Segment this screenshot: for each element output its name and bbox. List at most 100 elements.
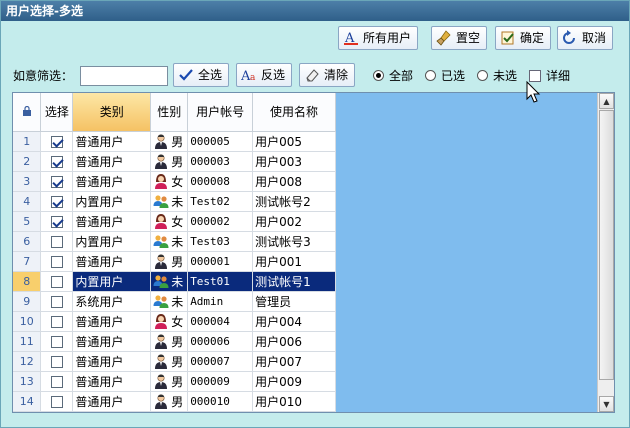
row-checkbox[interactable]: [50, 155, 63, 168]
row-index[interactable]: 9: [13, 291, 42, 312]
table-row[interactable]: 8 内置用户 未 Test01 测试帐号1: [13, 271, 336, 292]
row-select-cell[interactable]: [40, 211, 74, 232]
header-account[interactable]: 用户帐号: [187, 93, 254, 132]
row-select-cell[interactable]: [40, 331, 74, 352]
user-grid[interactable]: 选择 类别 性别 用户帐号 使用名称 1 普通用户 男 000005 用户005 2 普通用…: [12, 92, 615, 413]
table-body: 1 普通用户 男 000005 用户005 2 普通用户男 000003 用户003 3 普通用户女…: [13, 131, 336, 412]
table-row[interactable]: 6 内置用户 未 Test03 测试帐号3: [13, 231, 336, 252]
row-index[interactable]: 6: [13, 231, 42, 252]
ok-button[interactable]: 确定: [495, 26, 552, 50]
account-text: 000006: [190, 335, 230, 348]
table-row[interactable]: 2 普通用户 男 000003 用户003: [13, 151, 336, 172]
radio-unselected[interactable]: 未选: [477, 67, 517, 84]
row-checkbox[interactable]: [50, 335, 63, 348]
row-select-cell[interactable]: [40, 231, 74, 252]
female-icon: [153, 173, 169, 189]
account-text: 000005: [190, 135, 230, 148]
row-checkbox[interactable]: [50, 295, 63, 308]
header-name[interactable]: 使用名称: [252, 93, 336, 132]
row-checkbox[interactable]: [50, 275, 63, 288]
table-row[interactable]: 10 普通用户 女 000004 用户004: [13, 311, 336, 332]
row-checkbox[interactable]: [50, 215, 63, 228]
account-cell: 000003: [187, 151, 254, 172]
clear-all-button[interactable]: 置空: [431, 26, 488, 50]
row-select-cell[interactable]: [40, 311, 74, 332]
name-cell: 用户005: [252, 131, 336, 152]
radio-selected[interactable]: 已选: [425, 67, 465, 84]
gender-cell: 男: [150, 131, 189, 152]
row-select-cell[interactable]: [40, 371, 74, 392]
row-select-cell[interactable]: [40, 271, 74, 292]
table-row[interactable]: 9 系统用户 未 Admin 管理员: [13, 291, 336, 312]
table-row[interactable]: 12 普通用户 男 000007 用户007: [13, 351, 336, 372]
row-select-cell[interactable]: [40, 191, 74, 212]
male-icon: [153, 153, 169, 169]
account-cell: 000010: [187, 391, 254, 412]
invert-button[interactable]: Aa 反选: [236, 63, 293, 87]
row-select-cell[interactable]: [40, 171, 74, 192]
row-index[interactable]: 1: [13, 131, 42, 152]
row-select-cell[interactable]: [40, 391, 74, 412]
eraser-icon: [304, 67, 320, 83]
row-checkbox[interactable]: [50, 255, 63, 268]
row-index[interactable]: 2: [13, 151, 42, 172]
scroll-thumb[interactable]: [599, 110, 614, 380]
detail-checkbox-box[interactable]: [529, 69, 541, 82]
group-icon: [153, 293, 169, 309]
category-cell: 普通用户: [72, 351, 152, 372]
table-row[interactable]: 7 普通用户 男 000001 用户001: [13, 251, 336, 272]
scroll-down-arrow[interactable]: ▼: [599, 396, 614, 412]
header-category[interactable]: 类别: [72, 93, 152, 132]
row-checkbox[interactable]: [50, 235, 63, 248]
radio-unselected-dot[interactable]: [477, 70, 488, 81]
select-all-button[interactable]: 全选: [173, 63, 230, 87]
table-row[interactable]: 4 内置用户 未 Test02 测试帐号2: [13, 191, 336, 212]
table-row[interactable]: 13 普通用户 男 000009 用户009: [13, 371, 336, 392]
row-select-cell[interactable]: [40, 151, 74, 172]
row-index[interactable]: 4: [13, 191, 42, 212]
row-checkbox[interactable]: [50, 135, 63, 148]
radio-all[interactable]: 全部: [373, 67, 413, 84]
check-icon: [178, 67, 194, 83]
row-index[interactable]: 7: [13, 251, 42, 272]
radio-selected-dot[interactable]: [425, 70, 436, 81]
all-users-button[interactable]: A 所有用户: [338, 26, 419, 50]
group-icon: [153, 233, 169, 249]
row-checkbox[interactable]: [50, 195, 63, 208]
row-checkbox[interactable]: [50, 355, 63, 368]
row-index[interactable]: 13: [13, 371, 42, 392]
row-index[interactable]: 10: [13, 311, 42, 332]
vertical-scrollbar[interactable]: ▲ ▼: [597, 93, 614, 412]
row-index[interactable]: 11: [13, 331, 42, 352]
row-checkbox[interactable]: [50, 315, 63, 328]
row-checkbox[interactable]: [50, 175, 63, 188]
table-row[interactable]: 11 普通用户 男 000006 用户006: [13, 331, 336, 352]
name-cell: 用户003: [252, 151, 336, 172]
row-index[interactable]: 5: [13, 211, 42, 232]
row-checkbox[interactable]: [50, 375, 63, 388]
name-cell: 管理员: [252, 291, 336, 312]
radio-all-dot[interactable]: [373, 70, 384, 81]
table-row[interactable]: 14 普通用户 男 000010 用户010: [13, 391, 336, 412]
row-select-cell[interactable]: [40, 351, 74, 372]
row-index[interactable]: 12: [13, 351, 42, 372]
row-checkbox[interactable]: [50, 395, 63, 408]
header-select[interactable]: 选择: [40, 93, 74, 132]
scroll-up-arrow[interactable]: ▲: [599, 93, 614, 109]
table-row[interactable]: 3 普通用户 女 000008 用户008: [13, 171, 336, 192]
row-index[interactable]: 14: [13, 391, 42, 412]
row-index[interactable]: 3: [13, 171, 42, 192]
row-index[interactable]: 8: [13, 271, 42, 292]
row-select-cell[interactable]: [40, 251, 74, 272]
category-cell: 内置用户: [72, 271, 152, 292]
filter-input[interactable]: [80, 66, 168, 86]
table-row[interactable]: 1 普通用户 男 000005 用户005: [13, 131, 336, 152]
clear-button[interactable]: 清除: [299, 63, 356, 87]
cancel-button[interactable]: 取消: [557, 26, 614, 50]
table-row[interactable]: 5 普通用户 女 000002 用户002: [13, 211, 336, 232]
header-gender[interactable]: 性别: [150, 93, 189, 132]
row-select-cell[interactable]: [40, 131, 74, 152]
account-cell: 000004: [187, 311, 254, 332]
row-select-cell[interactable]: [40, 291, 74, 312]
row-indicator-header[interactable]: [13, 93, 42, 132]
